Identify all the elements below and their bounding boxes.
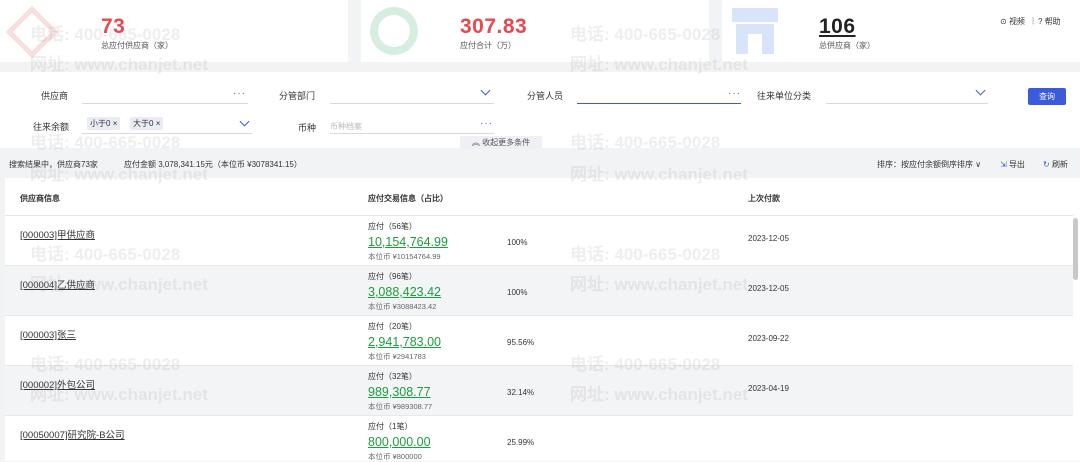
staff-input[interactable] bbox=[577, 103, 741, 104]
tag-close-icon[interactable]: × bbox=[113, 119, 118, 128]
supplier-name-link[interactable]: [00050007]研究院-B公司 bbox=[20, 427, 125, 441]
ratio-value: 100% bbox=[507, 238, 528, 247]
supplier-more-icon[interactable]: ··· bbox=[233, 88, 246, 99]
payable-amount-link[interactable]: 10,154,764.99 bbox=[368, 235, 448, 249]
diamond-deco-icon bbox=[5, 5, 59, 59]
stat-value: 73 bbox=[101, 15, 126, 38]
staff-more-icon[interactable]: ··· bbox=[728, 88, 741, 99]
base-currency-amount: 本位币 ¥2941783 bbox=[368, 352, 426, 361]
supplier-name-link[interactable]: [000004]乙供应商 bbox=[20, 277, 95, 291]
supplier-name-link[interactable]: [000003]甲供应商 bbox=[20, 227, 95, 241]
help-label: 帮助 bbox=[1044, 17, 1061, 26]
category-select[interactable] bbox=[826, 103, 988, 104]
currency-input-line bbox=[330, 133, 494, 134]
refresh-button[interactable]: ↻ 刷新 bbox=[1043, 159, 1068, 170]
chevron-down-icon: ∨ bbox=[975, 160, 982, 169]
export-icon: ⇲ bbox=[1000, 160, 1007, 169]
stat-card-payable-suppliers: 73 总应付供应商（家） bbox=[0, 0, 348, 62]
staff-label: 分管人员 bbox=[527, 91, 564, 101]
trade-count: 应付（32笔） bbox=[368, 372, 417, 381]
sort-label: 排序：按应付余额倒序排序 bbox=[877, 160, 973, 169]
balance-tag-greater-than-zero[interactable]: 大于0 × bbox=[130, 117, 164, 130]
header-separator: | bbox=[1032, 16, 1035, 25]
payable-amount-link[interactable]: 989,308.77 bbox=[368, 385, 431, 399]
stat-value: 307.83 bbox=[460, 15, 528, 38]
col-header-supplier: 供应商信息 bbox=[20, 194, 60, 203]
collapse-conditions-button[interactable]: ︽ 收起更多条件 bbox=[460, 136, 542, 149]
currency-label: 币种 bbox=[298, 123, 317, 133]
trade-count: 应付（56笔） bbox=[368, 222, 417, 231]
stat-label: 应付合计（万） bbox=[460, 41, 516, 50]
trade-count: 应付（96笔） bbox=[368, 272, 417, 281]
trade-count: 应付（20笔） bbox=[368, 322, 417, 331]
last-payment-date: 2023-12-05 bbox=[748, 284, 789, 293]
tag-label: 大于0 bbox=[133, 119, 154, 128]
play-icon: ⊙ bbox=[1000, 17, 1007, 26]
dept-label: 分管部门 bbox=[279, 91, 316, 101]
table-row[interactable]: [000003]甲供应商 应付（56笔） 10,154,764.99 本位币 ¥… bbox=[5, 215, 1073, 266]
table-row[interactable]: [000002]外包公司 应付（32笔） 989,308.77 本位币 ¥989… bbox=[5, 365, 1073, 416]
refresh-icon: ↻ bbox=[1043, 160, 1050, 169]
base-currency-amount: 本位币 ¥989308.77 bbox=[368, 402, 433, 411]
export-label: 导出 bbox=[1008, 160, 1025, 169]
payable-amount-link[interactable]: 2,941,783.00 bbox=[368, 335, 441, 349]
currency-more-icon[interactable]: ··· bbox=[480, 118, 493, 129]
category-label: 往来单位分类 bbox=[757, 91, 812, 101]
help-link[interactable]: ? 帮助 bbox=[1038, 16, 1061, 27]
stat-label: 总应付供应商（家） bbox=[101, 41, 173, 50]
tag-label: 小于0 bbox=[90, 119, 111, 128]
last-payment-date: 2023-09-22 bbox=[748, 334, 789, 343]
query-button[interactable]: 查询 bbox=[1028, 88, 1066, 105]
supplier-input[interactable] bbox=[82, 103, 248, 104]
result-text: 搜索结果中，供应商73家 bbox=[9, 160, 98, 169]
ratio-value: 100% bbox=[507, 288, 528, 297]
export-button[interactable]: ⇲ 导出 bbox=[1000, 159, 1025, 170]
amount-text: 应付金额 3,078,341.15元（本位币 ¥3078341.15） bbox=[124, 160, 302, 169]
coin-deco-icon bbox=[370, 7, 418, 55]
collapse-label: 收起更多条件 bbox=[482, 138, 531, 147]
ratio-value: 95.56% bbox=[507, 338, 535, 347]
col-header-trade: 应付交易信息（占比） bbox=[368, 194, 448, 203]
table-row[interactable]: [00050007]研究院-B公司 应付（1笔） 800,000.00 本位币 … bbox=[5, 415, 1073, 462]
help-icon: ? bbox=[1038, 17, 1043, 26]
table-row[interactable]: [000004]乙供应商 应付（96笔） 3,088,423.42 本位币 ¥3… bbox=[5, 265, 1073, 316]
stat-value[interactable]: 106 bbox=[819, 15, 856, 39]
last-payment-date: 2023-04-19 bbox=[748, 384, 789, 393]
trade-count: 应付（1笔） bbox=[368, 422, 413, 431]
stat-card-total-suppliers: 106 总供应商（家） ⊙ 视频 | ? 帮助 bbox=[722, 0, 1080, 62]
ratio-value: 25.99% bbox=[507, 438, 535, 447]
base-currency-amount: 本位币 ¥3088423.42 bbox=[368, 302, 437, 311]
table-scrollbar-thumb[interactable] bbox=[1073, 218, 1078, 280]
base-currency-amount: 本位币 ¥800000 bbox=[368, 452, 422, 461]
balance-label: 往来余额 bbox=[33, 122, 70, 132]
base-currency-amount: 本位币 ¥10154764.99 bbox=[368, 252, 441, 261]
dept-select[interactable] bbox=[330, 103, 494, 104]
video-link[interactable]: ⊙ 视频 bbox=[1000, 16, 1025, 27]
video-label: 视频 bbox=[1008, 17, 1025, 26]
col-header-last-payment: 上次付款 bbox=[748, 194, 780, 203]
ratio-value: 32.14% bbox=[507, 388, 535, 397]
supplier-name-link[interactable]: [000003]张三 bbox=[20, 327, 76, 341]
tag-close-icon[interactable]: × bbox=[156, 119, 161, 128]
balance-tag-less-than-zero[interactable]: 小于0 × bbox=[87, 117, 121, 130]
last-payment-date: 2023-12-05 bbox=[748, 234, 789, 243]
supplier-label: 供应商 bbox=[41, 91, 69, 101]
store-deco-icon bbox=[732, 8, 778, 54]
stat-card-payable-total: 307.83 应付合计（万） bbox=[361, 0, 709, 62]
payable-amount-link[interactable]: 800,000.00 bbox=[368, 435, 431, 449]
table-row[interactable]: [000003]张三 应付（20笔） 2,941,783.00 本位币 ¥294… bbox=[5, 315, 1073, 366]
chevron-up-icon: ︽ bbox=[471, 138, 480, 147]
supplier-name-link[interactable]: [000002]外包公司 bbox=[20, 377, 95, 391]
sort-select[interactable]: 排序：按应付余额倒序排序 ∨ bbox=[877, 159, 981, 170]
stat-label: 总供应商（家） bbox=[819, 41, 875, 50]
balance-select[interactable] bbox=[82, 133, 252, 134]
currency-input[interactable]: 币种档案 bbox=[330, 121, 362, 132]
supplier-table: 供应商信息 应付交易信息（占比） 上次付款 [000003]甲供应商 应付（56… bbox=[5, 178, 1080, 461]
payable-amount-link[interactable]: 3,088,423.42 bbox=[368, 285, 441, 299]
refresh-label: 刷新 bbox=[1051, 160, 1068, 169]
